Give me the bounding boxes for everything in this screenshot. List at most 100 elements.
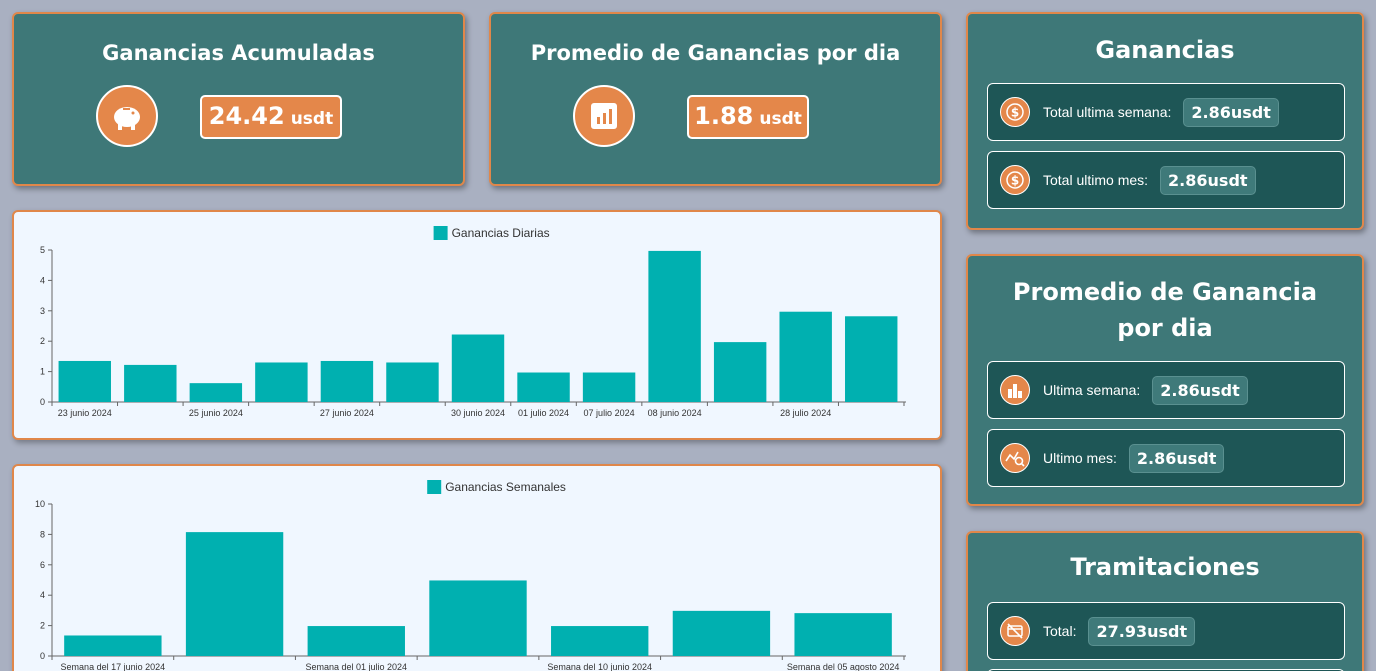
bar bbox=[429, 580, 527, 656]
daily-average-title: Promedio de Ganancias por dia bbox=[530, 41, 901, 65]
bar bbox=[255, 362, 308, 402]
y-tick-label: 8 bbox=[40, 529, 45, 539]
daily-average-value: 1.88 usdt bbox=[687, 95, 809, 139]
legend-label: Ganancias Semanales bbox=[445, 480, 566, 494]
bar bbox=[386, 362, 439, 402]
x-tick-label: 28 julio 2024 bbox=[780, 408, 831, 418]
y-tick-label: 5 bbox=[40, 245, 45, 255]
accumulated-earnings-title: Ganancias Acumuladas bbox=[102, 41, 375, 65]
accumulated-earnings-card: Ganancias Acumuladas 24.42 usdt bbox=[12, 12, 465, 186]
value-number: 2.86 bbox=[1168, 170, 1208, 190]
y-tick-label: 2 bbox=[40, 336, 45, 346]
accumulated-earnings-value: 24.42 usdt bbox=[200, 95, 342, 139]
y-tick-label: 0 bbox=[40, 397, 45, 407]
bar bbox=[58, 360, 111, 402]
earnings-last-month-label: Total ultimo mes: bbox=[1043, 172, 1149, 188]
transactions-total-label: Total: bbox=[1043, 623, 1077, 639]
x-tick-label: 25 junio 2024 bbox=[189, 408, 243, 418]
x-tick-label: Semana del 10 junio 2024 bbox=[547, 662, 652, 671]
transactions-summary-card: Tramitaciones Total: 27.93usdt bbox=[966, 531, 1364, 671]
y-tick-label: 3 bbox=[40, 306, 45, 316]
average-last-week-row: Ultima semana: 2.86usdt bbox=[987, 361, 1345, 419]
average-last-month-label: Ultimo mes: bbox=[1043, 450, 1117, 466]
value-number: 2.86 bbox=[1136, 448, 1177, 468]
trend-search-icon bbox=[1000, 443, 1030, 473]
earnings-last-week-label: Total ultima semana: bbox=[1043, 104, 1172, 120]
value-unit: usdt bbox=[1147, 621, 1188, 641]
weekly-earnings-svg: Ganancias Semanales 0 2 4 6 8 10 Semana del 17 … bbox=[35, 480, 906, 671]
value-unit: usdt bbox=[1207, 170, 1248, 190]
average-last-month-row: Ultimo mes: 2.86usdt bbox=[987, 429, 1345, 487]
average-summary-title: Promedio de Ganancia por dia bbox=[1012, 278, 1318, 342]
x-tick-label: 30 junio 2024 bbox=[451, 408, 505, 418]
earnings-last-month-row: $ Total ultimo mes: 2.86usdt bbox=[987, 151, 1345, 209]
bar-chart-icon bbox=[573, 85, 635, 147]
svg-text:$: $ bbox=[1011, 106, 1019, 120]
bar bbox=[189, 383, 243, 402]
daily-earnings-svg: Ganancias Diarias 0 1 2 3 4 5 23 junio 2024 25 j… bbox=[40, 226, 906, 418]
x-tick-label: 27 junio 2024 bbox=[320, 408, 374, 418]
earnings-last-week-value: 2.86usdt bbox=[1183, 97, 1279, 127]
x-tick-label: Semana del 05 agosto 2024 bbox=[787, 662, 900, 671]
bar bbox=[779, 311, 832, 402]
y-tick-label: 0 bbox=[40, 651, 45, 661]
x-tick-label: 08 junio 2024 bbox=[648, 408, 702, 418]
value-unit: usdt bbox=[1176, 448, 1217, 468]
value-unit: usdt bbox=[1199, 380, 1240, 400]
daily-average-card: Promedio de Ganancias por dia 1.88 usdt bbox=[489, 12, 942, 186]
bar bbox=[551, 626, 649, 656]
legend-swatch bbox=[427, 480, 442, 494]
weekly-earnings-chart: Ganancias Semanales 0 2 4 6 8 10 Semana del 17 … bbox=[12, 464, 942, 671]
daily-average-number: 1.88 bbox=[694, 102, 754, 130]
bar-chart-icon bbox=[1000, 375, 1030, 405]
bar bbox=[713, 342, 767, 402]
y-tick-label: 4 bbox=[40, 590, 45, 600]
x-tick-label: 01 julio 2024 bbox=[518, 408, 569, 418]
earnings-summary-title: Ganancias bbox=[1095, 36, 1235, 64]
accumulated-value-unit: usdt bbox=[290, 109, 334, 129]
svg-text:$: $ bbox=[1011, 174, 1019, 188]
average-last-week-value: 2.86usdt bbox=[1152, 375, 1248, 405]
transactions-total-row: Total: 27.93usdt bbox=[987, 602, 1345, 660]
bar bbox=[185, 532, 284, 656]
daily-earnings-chart: Ganancias Diarias 0 1 2 3 4 5 23 junio 2024 25 j… bbox=[12, 210, 942, 440]
average-summary-card: Promedio de Ganancia por dia Ultima sema… bbox=[966, 254, 1364, 506]
average-last-month-value: 2.86usdt bbox=[1128, 443, 1225, 473]
bar bbox=[64, 635, 162, 656]
bar bbox=[648, 250, 701, 402]
x-tick-label: Semana del 01 julio 2024 bbox=[305, 662, 407, 671]
bar bbox=[517, 372, 570, 402]
no-card-icon bbox=[1000, 616, 1030, 646]
bar bbox=[845, 316, 898, 402]
value-number: 2.86 bbox=[1160, 380, 1200, 400]
bar bbox=[124, 364, 177, 402]
legend-label: Ganancias Diarias bbox=[452, 226, 550, 240]
dollar-icon: $ bbox=[1000, 165, 1030, 195]
value-unit: usdt bbox=[1230, 102, 1271, 122]
y-tick-label: 2 bbox=[40, 621, 45, 631]
bar bbox=[320, 360, 374, 402]
transactions-summary-title: Tramitaciones bbox=[1070, 553, 1260, 581]
bar bbox=[672, 610, 771, 656]
earnings-last-month-value: 2.86usdt bbox=[1160, 165, 1256, 195]
value-number: 27.93 bbox=[1096, 621, 1148, 641]
earnings-last-week-row: $ Total ultima semana: 2.86usdt bbox=[987, 83, 1345, 141]
y-tick-label: 6 bbox=[40, 560, 45, 570]
x-tick-label: Semana del 17 junio 2024 bbox=[61, 662, 166, 671]
bar bbox=[794, 613, 892, 656]
earnings-summary-card: Ganancias $ Total ultima semana: 2.86usd… bbox=[966, 12, 1364, 230]
bar bbox=[582, 372, 636, 402]
dollar-icon: $ bbox=[1000, 97, 1030, 127]
legend-swatch bbox=[433, 226, 448, 240]
transactions-total-value: 27.93usdt bbox=[1088, 616, 1196, 646]
bar bbox=[451, 334, 505, 402]
bar bbox=[307, 626, 405, 656]
daily-average-unit: usdt bbox=[759, 109, 802, 129]
x-tick-label: 07 julio 2024 bbox=[584, 408, 635, 418]
x-tick-label: 23 junio 2024 bbox=[58, 408, 112, 418]
value-number: 2.86 bbox=[1191, 102, 1231, 122]
y-tick-label: 4 bbox=[40, 275, 45, 285]
y-tick-label: 1 bbox=[40, 367, 45, 377]
piggy-bank-icon bbox=[96, 85, 158, 147]
average-last-week-label: Ultima semana: bbox=[1043, 382, 1141, 398]
